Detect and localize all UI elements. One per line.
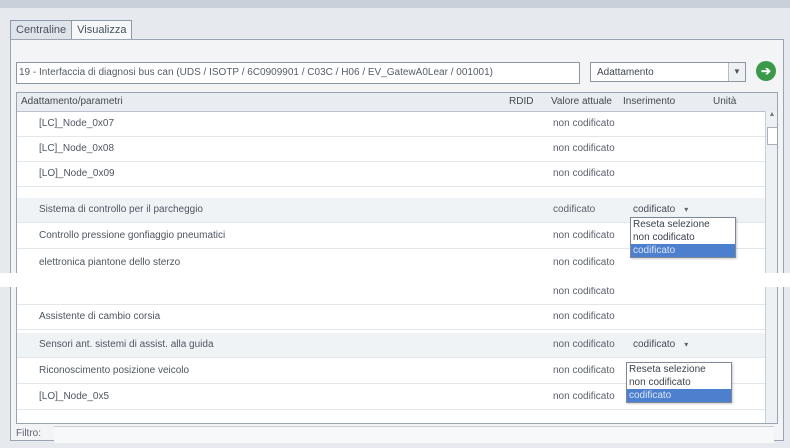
row-name: Controllo pressione gonfiaggio pneumatic… (39, 230, 226, 241)
vertical-scrollbar[interactable]: ▲ (765, 111, 777, 423)
row-input-value: codificato (633, 339, 676, 350)
tab-visualizza[interactable]: Visualizza (71, 20, 133, 40)
chevron-down-icon[interactable]: ▾ (681, 205, 691, 214)
dropdown-option-not-coded[interactable]: non codificato (631, 231, 735, 244)
row-name: Sensori ant. sistemi di assist. alla gui… (39, 339, 214, 350)
col-header-current-value[interactable]: Valore attuale (551, 96, 612, 107)
chevron-down-icon[interactable]: ▼ (728, 63, 745, 81)
table-row[interactable]: Assistente di cambio corsia non codifica… (17, 305, 765, 330)
row-name: Riconoscimento posizione veicolo (39, 365, 190, 376)
controller-path-field[interactable]: 19 - Interfaccia di diagnosi bus can (UD… (16, 62, 580, 84)
col-header-rdid[interactable]: RDID (509, 96, 533, 107)
row-input-select[interactable]: codificato ▾ (633, 204, 691, 215)
table-row[interactable]: [LC]_Node_0x08 non codificato (17, 137, 765, 162)
tab-centraline[interactable]: Centraline (10, 20, 73, 40)
row-input-value: codificato (633, 204, 676, 215)
mode-select-value: Adattamento (597, 67, 654, 78)
col-header-input[interactable]: Inserimento (623, 96, 675, 107)
row-value: non codificato (553, 391, 615, 402)
dropdown-option-coded[interactable]: codificato (627, 389, 731, 402)
photo-glare-band (0, 273, 790, 287)
scroll-up-icon[interactable]: ▲ (766, 111, 777, 123)
dropdown-option-not-coded[interactable]: non codificato (627, 376, 731, 389)
mode-select[interactable]: Adattamento ▼ (590, 62, 746, 82)
row-name: [LO]_Node_0x09 (39, 168, 115, 179)
dropdown-option-reset[interactable]: Reseta selezione (627, 363, 731, 376)
row-name: [LC]_Node_0x07 (39, 118, 115, 129)
filter-input[interactable] (54, 426, 774, 443)
row-value: non codificato (553, 143, 615, 154)
dropdown-option-reset[interactable]: Reseta selezione (631, 218, 735, 231)
application-window: Centraline Visualizza 19 - Interfaccia d… (0, 0, 790, 448)
dropdown-menu: Reseta selezione non codificato codifica… (626, 362, 732, 403)
col-header-unit[interactable]: Unità (713, 96, 736, 107)
row-value: non codificato (553, 168, 615, 179)
table-header: Adattamento/parametri RDID Valore attual… (17, 93, 777, 112)
row-value: non codificato (553, 257, 615, 268)
row-value: non codificato (553, 286, 615, 297)
dropdown-option-coded[interactable]: codificato (631, 244, 735, 257)
row-name: [LC]_Node_0x08 (39, 143, 115, 154)
table-row[interactable]: Sensori ant. sistemi di assist. alla gui… (17, 333, 765, 358)
row-value: non codificato (553, 365, 615, 376)
title-bar (0, 0, 790, 8)
col-header-parameter[interactable]: Adattamento/parametri (21, 96, 123, 107)
row-value: non codificato (553, 311, 615, 322)
row-name: Sistema di controllo per il parcheggio (39, 204, 203, 215)
green-arrow-icon[interactable]: ➔ (756, 61, 776, 81)
scrollbar-thumb[interactable] (767, 127, 777, 145)
dropdown-menu: Reseta selezione non codificato codifica… (630, 217, 736, 258)
chevron-down-icon[interactable]: ▾ (681, 340, 691, 349)
table-row[interactable]: [LO]_Node_0x09 non codificato (17, 162, 765, 187)
row-name: Assistente di cambio corsia (39, 311, 161, 322)
row-value: non codificato (553, 230, 615, 241)
table-row[interactable]: [LC]_Node_0x07 non codificato (17, 112, 765, 137)
row-value: non codificato (553, 118, 615, 129)
row-value: codificato (553, 204, 596, 215)
row-name: elettronica piantone dello sterzo (39, 257, 181, 268)
row-name: [LO]_Node_0x5 (39, 391, 110, 402)
filter-label: Filtro: (16, 428, 41, 439)
row-input-select[interactable]: codificato ▾ (633, 339, 691, 350)
tab-strip: Centraline Visualizza (10, 20, 133, 40)
row-value: non codificato (553, 339, 615, 350)
